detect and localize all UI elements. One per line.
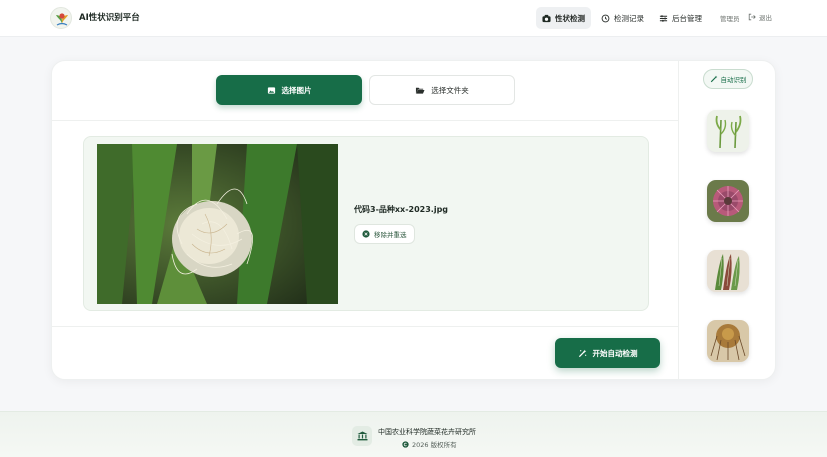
app-logo[interactable]	[50, 7, 72, 29]
sample-thumb-seedling[interactable]	[707, 110, 749, 152]
sliders-icon	[659, 14, 668, 22]
nav-admin[interactable]: 后台管理	[653, 7, 708, 29]
start-detection-label: 开始自动检测	[592, 348, 638, 358]
nav-detect[interactable]: 性状检测	[536, 7, 591, 29]
camera-icon	[542, 14, 551, 22]
user-name: 管理员	[720, 15, 740, 23]
image-preview-panel: 代码3-品种xx-2023.jpg 移除并重选	[83, 136, 649, 311]
start-detection-button[interactable]: 开始自动检测	[555, 338, 660, 368]
select-folder-button[interactable]: 选择文件夹	[369, 75, 515, 105]
page-footer: 中国农业科学院蔬菜花卉研究所 2026 版权所有	[0, 411, 827, 457]
top-header: AI性状识别平台 性状检测 检测记录 后台管理 管理员 退出	[0, 0, 827, 37]
magic-wand-icon	[710, 75, 717, 83]
image-icon	[267, 86, 275, 94]
divider	[52, 120, 678, 121]
magic-wand-icon	[578, 349, 586, 357]
logout-icon	[748, 13, 756, 21]
select-folder-label: 选择文件夹	[431, 85, 469, 95]
nav-history[interactable]: 检测记录	[595, 7, 650, 29]
logout-label: 退出	[759, 14, 772, 22]
sample-thumb-flower[interactable]	[707, 180, 749, 222]
sample-thumb-leaf[interactable]	[707, 250, 749, 292]
nav-admin-label: 后台管理	[672, 13, 702, 23]
file-name: 代码3-品种xx-2023.jpg	[354, 205, 449, 214]
divider	[52, 326, 678, 327]
history-icon	[601, 14, 610, 22]
corn-silk-photo	[97, 144, 338, 304]
auto-recognize-label: 自动识别	[720, 76, 747, 84]
footer-organization: 中国农业科学院蔬菜花卉研究所	[378, 428, 476, 436]
select-image-button[interactable]: 选择图片	[216, 75, 362, 105]
nav-history-label: 检测记录	[614, 13, 644, 23]
sidebar-divider	[678, 61, 679, 379]
select-image-label: 选择图片	[281, 85, 312, 95]
sample-thumb-tassel[interactable]	[707, 320, 749, 362]
remove-reselect-button[interactable]: 移除并重选	[354, 224, 415, 244]
footer-copyright: 2026 版权所有	[402, 439, 457, 449]
nav-detect-label: 性状检测	[555, 13, 585, 23]
detection-card: 选择图片 选择文件夹 代码3-品种xx-2023.jpg 移除并重选 开始自动检…	[51, 60, 776, 380]
close-circle-icon	[362, 230, 370, 238]
app-title: AI性状识别平台	[79, 13, 140, 23]
remove-reselect-label: 移除并重选	[374, 231, 407, 239]
institution-icon	[352, 426, 372, 446]
copyright-icon	[402, 440, 409, 448]
footer-copyright-text: 2026 版权所有	[412, 441, 457, 449]
logout-button[interactable]: 退出	[748, 12, 772, 22]
folder-open-icon	[416, 87, 425, 94]
auto-recognize-toggle[interactable]: 自动识别	[703, 69, 753, 89]
